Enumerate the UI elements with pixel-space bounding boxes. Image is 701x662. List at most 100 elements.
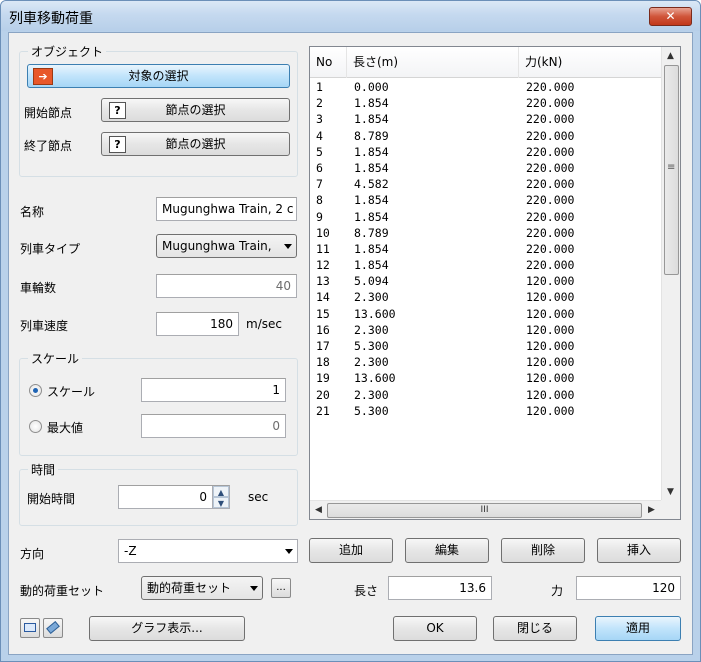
vertical-scrollbar[interactable]: ▲ ≡ ▼: [661, 47, 680, 502]
load-set-select[interactable]: 動的荷重セット: [141, 576, 263, 600]
table-row[interactable]: 12 1.854 220.000: [310, 257, 661, 273]
cell-length: 2.300: [354, 322, 389, 337]
table-row[interactable]: 19 13.600 120.000: [310, 370, 661, 386]
ok-button[interactable]: OK: [393, 616, 477, 641]
apply-button[interactable]: 適用: [595, 616, 681, 641]
table-row[interactable]: 3 1.854 220.000: [310, 111, 661, 127]
chevron-down-icon: [284, 244, 292, 249]
scroll-grip-icon: ≡: [667, 162, 676, 173]
table-row[interactable]: 1 0.000 220.000: [310, 79, 661, 95]
cell-no: 15: [316, 306, 330, 321]
table-view-icon: [24, 623, 36, 632]
cell-no: 8: [316, 193, 323, 208]
select-end-node-button[interactable]: ? 節点の選択: [101, 132, 290, 156]
table-row[interactable]: 4 8.789 220.000: [310, 128, 661, 144]
direction-select[interactable]: -Z: [118, 539, 298, 563]
table-row[interactable]: 10 8.789 220.000: [310, 225, 661, 241]
cell-no: 18: [316, 355, 330, 370]
edit-button[interactable]: 編集: [405, 538, 489, 563]
cell-force: 120.000: [526, 339, 575, 353]
cell-no: 12: [316, 258, 330, 273]
column-header-force[interactable]: 力(kN): [519, 47, 661, 78]
delete-button[interactable]: 削除: [501, 538, 585, 563]
train-type-select[interactable]: Mugunghwa Train,: [156, 234, 297, 258]
scale-input[interactable]: 1: [141, 378, 286, 402]
column-header-length[interactable]: 長さ(m): [347, 47, 519, 78]
table-row[interactable]: 16 2.300 120.000: [310, 322, 661, 338]
cell-length: 2.300: [354, 387, 389, 402]
spin-down-icon[interactable]: ▼: [213, 497, 229, 508]
vertical-scroll-thumb[interactable]: ≡: [664, 65, 679, 275]
cell-no: 5: [316, 144, 323, 159]
table-row[interactable]: 20 2.300 120.000: [310, 387, 661, 403]
load-set-more-button[interactable]: ...: [271, 578, 291, 598]
start-time-spinner[interactable]: ▲ ▼: [212, 486, 229, 508]
table-row[interactable]: 7 4.582 220.000: [310, 176, 661, 192]
close-window-button[interactable]: ✕: [649, 7, 692, 26]
axle-table[interactable]: No 長さ(m) 力(kN) 1 0.000 220.000 2 1.854 220.00…: [309, 46, 681, 520]
table-view-button[interactable]: [20, 618, 40, 638]
max-value-radio[interactable]: [29, 420, 42, 433]
horizontal-scroll-thumb[interactable]: III: [327, 503, 642, 518]
cell-force: 220.000: [526, 80, 575, 94]
cell-force: 220.000: [526, 241, 575, 256]
table-row[interactable]: 5 1.854 220.000: [310, 144, 661, 160]
cell-no: 21: [316, 403, 330, 418]
window-title: 列車移動荷重: [9, 11, 93, 27]
start-time-input[interactable]: 0 ▲ ▼: [118, 485, 230, 509]
title-bar[interactable]: 列車移動荷重 ✕: [1, 1, 700, 31]
table-row[interactable]: 14 2.300 120.000: [310, 289, 661, 305]
close-button[interactable]: 閉じる: [493, 616, 577, 641]
add-button[interactable]: 追加: [309, 538, 393, 563]
question-icon: ?: [109, 102, 126, 119]
scale-radio[interactable]: [29, 384, 42, 397]
length-input[interactable]: 13.6: [388, 576, 492, 600]
eraser-icon: [46, 620, 60, 635]
scroll-down-icon[interactable]: ▼: [667, 487, 674, 497]
cell-length: 1.854: [354, 193, 389, 208]
table-row[interactable]: 9 1.854 220.000: [310, 209, 661, 225]
cell-force: 120.000: [526, 387, 575, 402]
load-set-label: 動的荷重セット: [20, 584, 105, 598]
max-value-input: 0: [141, 414, 286, 438]
direction-value: -Z: [124, 544, 137, 558]
select-start-node-button[interactable]: ? 節点の選択: [101, 98, 290, 122]
start-time-value: 0: [199, 490, 207, 504]
spin-up-icon[interactable]: ▲: [213, 486, 229, 497]
scroll-up-icon[interactable]: ▲: [667, 51, 674, 61]
scroll-left-icon[interactable]: ◀: [315, 505, 322, 515]
cell-force: 120.000: [526, 403, 575, 418]
table-row[interactable]: 8 1.854 220.000: [310, 192, 661, 208]
table-row[interactable]: 21 5.300 120.000: [310, 403, 661, 419]
cell-force: 220.000: [526, 225, 575, 240]
wheel-count-field: 40: [156, 274, 297, 298]
object-group-label: オブジェクト: [28, 43, 107, 60]
table-row[interactable]: 18 2.300 120.000: [310, 354, 661, 370]
table-row[interactable]: 13 5.094 120.000: [310, 273, 661, 289]
name-input[interactable]: Mugunghwa Train, 2 c: [156, 197, 297, 221]
graph-button[interactable]: グラフ表示...: [89, 616, 245, 641]
table-row[interactable]: 11 1.854 220.000: [310, 241, 661, 257]
table-row[interactable]: 6 1.854 220.000: [310, 160, 661, 176]
table-row[interactable]: 2 1.854 220.000: [310, 95, 661, 111]
horizontal-scrollbar[interactable]: ◀ III ▶: [310, 500, 661, 519]
eraser-button[interactable]: [43, 618, 63, 638]
cell-no: 2: [316, 96, 323, 111]
column-header-no[interactable]: No: [310, 47, 347, 78]
select-object-button[interactable]: ➔ 対象の選択: [27, 64, 290, 88]
cell-no: 16: [316, 322, 330, 337]
table-row[interactable]: 15 13.600 120.000: [310, 306, 661, 322]
insert-button[interactable]: 挿入: [597, 538, 681, 563]
cell-length: 2.300: [354, 355, 389, 370]
force-input[interactable]: 120: [576, 576, 681, 600]
cell-no: 7: [316, 177, 323, 192]
train-speed-input[interactable]: 180: [156, 312, 239, 336]
cell-force: 220.000: [526, 258, 575, 273]
cell-length: 13.600: [354, 306, 396, 321]
table-row[interactable]: 17 5.300 120.000: [310, 338, 661, 354]
load-set-value: 動的荷重セット: [147, 581, 232, 595]
scroll-right-icon[interactable]: ▶: [648, 505, 655, 515]
object-group: オブジェクト ➔ 対象の選択 開始節点 ? 節点の選択 終了節点 ? 節点の選択: [19, 43, 298, 177]
scale-option-label: スケール: [47, 385, 96, 399]
cell-length: 1.854: [354, 144, 389, 159]
